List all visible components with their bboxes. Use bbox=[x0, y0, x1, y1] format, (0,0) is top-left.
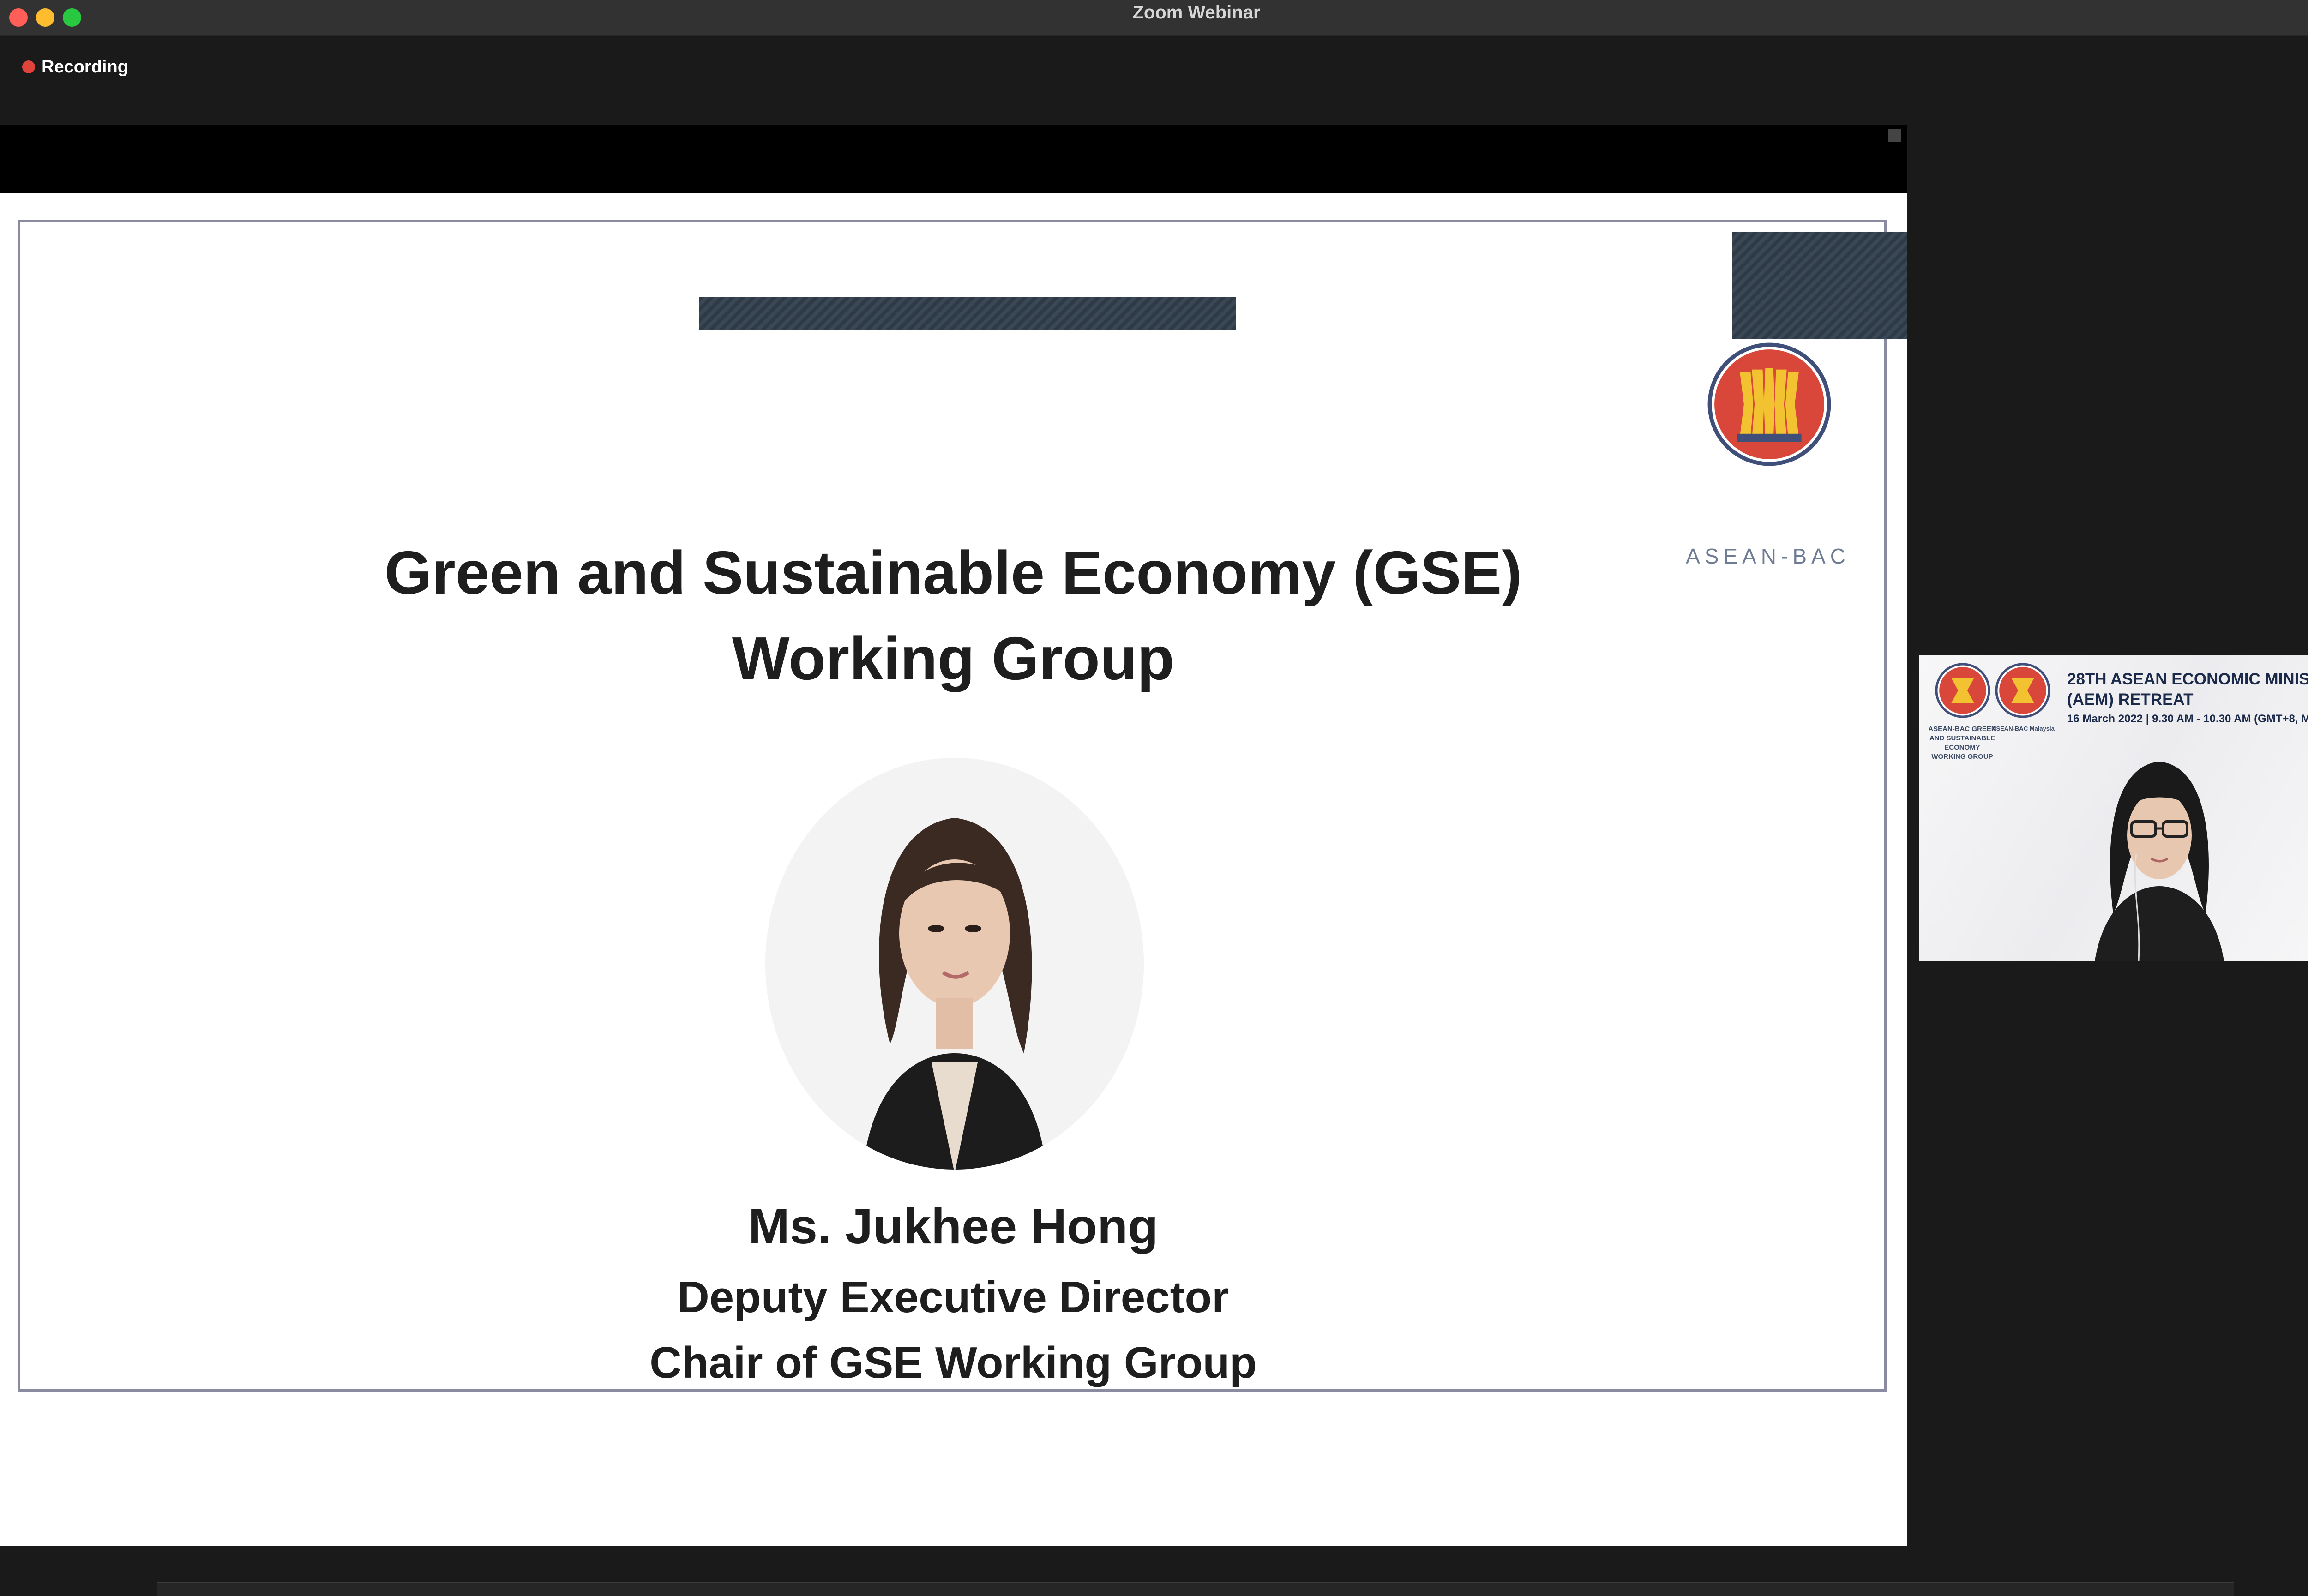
thumbnail-event-date: 16 March 2022 | 9.30 AM - 10.30 AM (GMT+… bbox=[2067, 713, 2308, 725]
recording-label: Recording bbox=[42, 57, 128, 77]
asean-emblem-icon bbox=[1703, 338, 1835, 470]
speaker-video-thumbnail[interactable]: ASEAN-BAC GREEN AND SUSTAINABLE ECONOMY … bbox=[1919, 655, 2308, 961]
slide-title-line2: Working Group bbox=[732, 624, 1175, 692]
webcam-speaker-icon bbox=[2095, 762, 2224, 961]
thumbnail-event-title: 28TH ASEAN ECONOMIC MINISTERS (AEM) RETR… bbox=[2067, 670, 2308, 708]
window-titlebar: Zoom Webinar bbox=[0, 0, 2308, 36]
speaker-role-line2: Chair of GSE Working Group bbox=[649, 1338, 1257, 1387]
slide-title-line1: Green and Sustainable Economy (GSE) bbox=[384, 539, 1522, 606]
slide-corner-decoration bbox=[1732, 232, 1907, 339]
asean-emblem-icon bbox=[1935, 663, 1990, 718]
slide-top-bar bbox=[699, 297, 1236, 330]
asean-emblem-icon bbox=[1995, 663, 2050, 718]
thumbnail-logo2-text: ASEAN-BAC Malaysia bbox=[1992, 725, 2055, 732]
speaker-photo bbox=[765, 758, 1144, 1170]
speaker-name: Ms. Jukhee Hong bbox=[748, 1198, 1159, 1254]
speaker-portrait-icon bbox=[765, 758, 1144, 1170]
speaker-role-line1: Deputy Executive Director bbox=[677, 1272, 1229, 1322]
asean-bac-logo-text: ASEAN-BAC bbox=[1686, 544, 1850, 568]
window-title: Zoom Webinar bbox=[1132, 2, 1261, 23]
recording-indicator[interactable]: Recording bbox=[22, 55, 128, 78]
recording-dot-icon bbox=[22, 60, 35, 73]
thumbnail-logo1-text: ASEAN-BAC GREEN AND SUSTAINABLE ECONOMY … bbox=[1928, 725, 1996, 761]
shared-screen[interactable]: ASEAN-BAC Green and Sustainable Economy … bbox=[0, 125, 1907, 1546]
dock-strip bbox=[157, 1582, 2234, 1596]
share-corner-handle bbox=[1888, 129, 1901, 142]
presentation-slide: ASEAN-BAC Green and Sustainable Economy … bbox=[0, 193, 1907, 1546]
slide-title: Green and Sustainable Economy (GSE) Work… bbox=[323, 530, 1583, 702]
